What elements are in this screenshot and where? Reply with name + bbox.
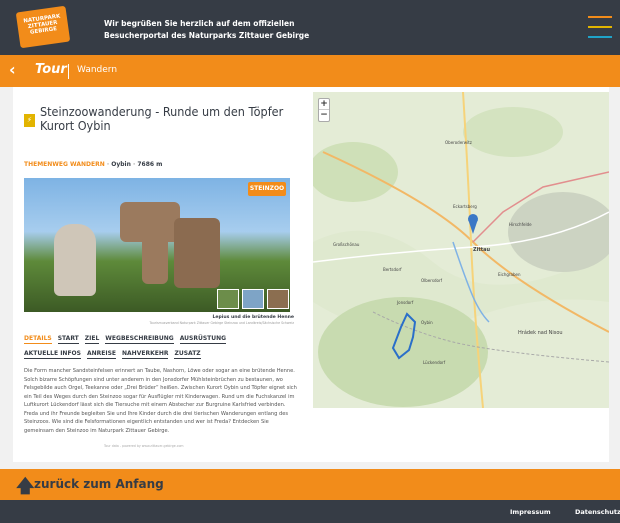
page-subtitle: Wandern [77,65,118,75]
category-themenweg[interactable]: THEMENWEG [24,161,68,168]
zoom-in-button[interactable]: + [319,99,329,110]
page-nav-bar: ‹ Tour Wandern [0,55,620,87]
menu-icon[interactable] [588,16,612,40]
rock-pillar-2 [174,218,220,288]
thumbnail-1[interactable] [217,289,239,309]
tab-ziel[interactable]: ZIEL [84,334,100,344]
photo-credit: Tourismusverband Naturpark Zittauer Gebi… [149,321,294,325]
map-label-hradek: Hrádek nad Nisou [518,330,563,336]
tour-title: Steinzoowanderung - Runde um den Töpfer … [40,104,284,133]
lightning-icon: ⚡ [24,114,35,127]
tour-meta: THEMENWEG WANDERN · Oybin · 7686 m [24,161,162,168]
menu-line-2 [588,26,612,28]
steinzoo-badge: STEINZOO [248,182,286,196]
map-label-eckartsberg: Eckartsberg [453,204,477,209]
thumbnail-2[interactable] [242,289,264,309]
tab-zusatz[interactable]: ZUSATZ [174,349,201,359]
map-label-olbersdorf: Olbersdorf [421,278,443,283]
welcome-text: Wir begrüßen Sie herzlich auf dem offizi… [104,18,364,42]
photo-thumbnails [217,289,289,309]
tab-anreise[interactable]: ANREISE [86,349,117,359]
tab-details[interactable]: DETAILS [24,334,52,344]
tab-start[interactable]: START [57,334,79,344]
tour-description: Die Form mancher Sandsteinfelsen erinner… [24,368,297,434]
map-label-hirschfelde: Hirschfelde [509,222,532,227]
page-title: Tour [35,62,67,77]
map-label-oberoderwitz: Oberoderwitz [445,140,472,145]
tour-map[interactable]: + − Zittau Hrádek nad Nisou Oberoderwitz… [313,92,609,408]
photo-caption: Lepius und die brütende Henne [212,315,294,320]
back-arrow-icon[interactable]: ‹ [9,60,16,79]
map-zoom-control: + − [318,98,330,122]
naturpark-logo[interactable]: NATURPARK ZITTAUER GEBIRGE [15,5,71,49]
tour-location: Oybin [111,161,131,168]
impressum-link[interactable]: Impressum [510,508,551,516]
welcome-line-1: Wir begrüßen Sie herzlich auf dem offizi… [104,19,295,28]
meta-separator-2: · [132,161,136,168]
data-source: Tour data - powered by www.zittauer-gebi… [104,444,184,448]
category-wandern[interactable]: WANDERN [70,161,105,168]
map-label-grossschoenau: Großschönau [333,242,360,247]
tab-nahverkehr[interactable]: NAHVERKEHR [122,349,169,359]
map-label-lueckendorf: Lückendorf [423,360,446,365]
title-divider [68,64,69,79]
tab-wegbeschreibung[interactable]: WEGBESCHREIBUNG [105,334,174,344]
mascot-figure [54,224,96,296]
map-label-eichgraben: Eichgraben [498,272,521,277]
welcome-line-2: Besucherportal des Naturparks Zittauer G… [104,31,310,40]
tour-tabs: DETAILS START ZIEL WEGBESCHREIBUNG AUSRÜSTUN… [24,331,294,361]
tab-ausruestung[interactable]: AUSRÜSTUNG [179,334,227,344]
rock-pillar [142,234,168,284]
tour-content: ⚡ Steinzoowanderung - Runde um den Töpfe… [13,87,609,462]
back-to-top-bar[interactable]: 🡅 zurück zum Anfang [0,469,620,500]
site-footer: Impressum Datenschutz [0,500,620,523]
back-to-top-label: zurück zum Anfang [34,477,164,491]
map-label-bertsdorf: Bertsdorf [383,267,402,272]
menu-line-3 [588,36,612,38]
tab-aktuelle-infos[interactable]: AKTUELLE INFOS [24,349,81,359]
map-label-oybin: Oybin [421,320,433,325]
tour-distance: 7686 m [137,161,163,168]
meta-separator: · [106,161,110,168]
thumbnail-3[interactable] [267,289,289,309]
tour-photo[interactable]: STEINZOO [24,178,290,312]
menu-line-1 [588,16,612,18]
site-header: NATURPARK ZITTAUER GEBIRGE Wir begrüßen … [0,0,620,55]
zoom-out-button[interactable]: − [319,110,329,121]
datenschutz-link[interactable]: Datenschutz [575,508,620,516]
map-label-zittau: Zittau [473,247,491,253]
map-label-jonsdorf: Jonsdorf [397,300,414,305]
